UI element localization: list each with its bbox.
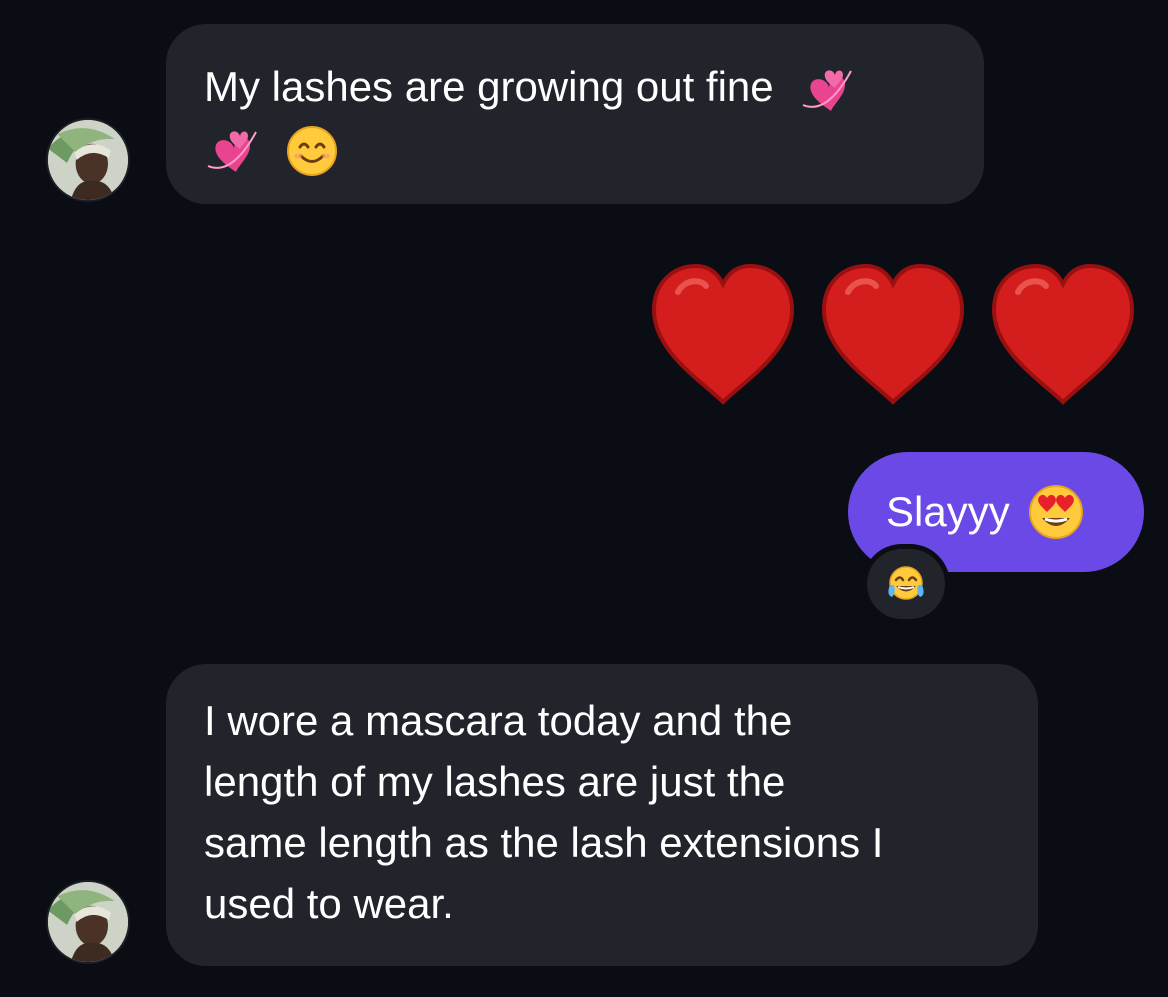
heart-eyes-emoji [1028,484,1084,540]
smiling-face-emoji [286,125,338,177]
red-heart-emoji [818,262,968,408]
two-hearts-emoji [204,126,260,176]
contact-avatar[interactable] [46,118,130,202]
incoming-message-bubble[interactable]: I wore a mascara today and the length of… [166,664,1038,966]
message-thread: My lashes are growing out fine Slayyy I … [0,0,1168,997]
message-line: length of my lashes are just the [204,758,786,805]
message-text: Slayyy [886,488,1010,535]
message-line: same length as the lash extensions I [204,819,884,866]
message-line: I wore a mascara today and the [204,697,793,744]
red-heart-emoji [648,262,798,408]
tears-of-joy-emoji [886,565,926,603]
message-reaction[interactable] [862,544,950,624]
message-line: My lashes are growing out fine [204,56,946,117]
outgoing-emoji-message[interactable] [648,262,1138,408]
red-heart-emoji [988,262,1138,408]
contact-avatar[interactable] [46,880,130,964]
two-hearts-emoji [799,65,855,115]
message-line [204,117,946,178]
incoming-message-bubble[interactable]: My lashes are growing out fine [166,24,984,204]
message-line: used to wear. [204,880,454,927]
